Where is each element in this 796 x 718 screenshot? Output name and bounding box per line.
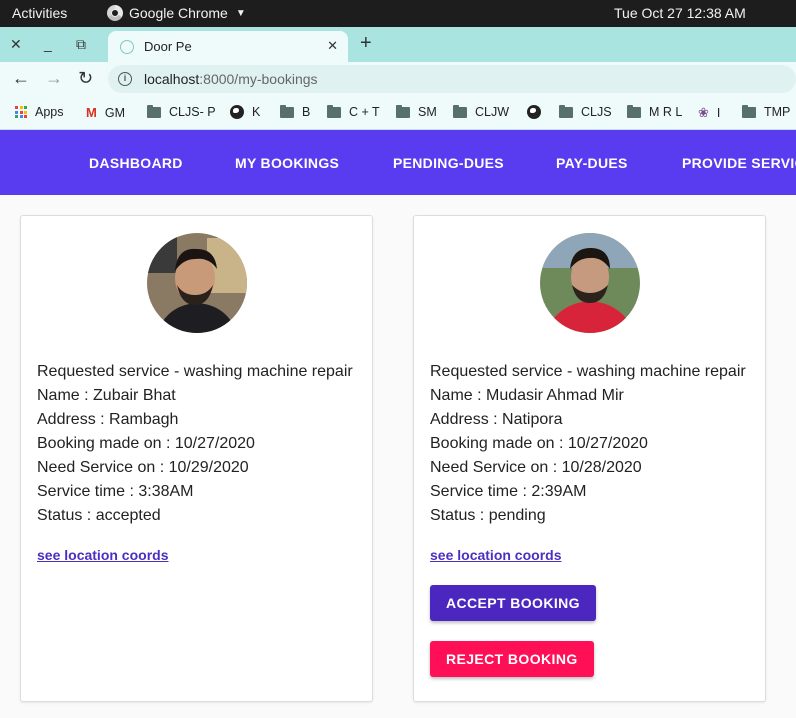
service-time: Service time : 2:39AM [430,483,587,500]
bookmark-apps[interactable]: Apps [15,105,64,119]
avatar [147,233,247,333]
customer-address: Address : Natipora [430,411,563,428]
customer-address: Address : Rambagh [37,411,179,428]
service-date: Need Service on : 10/29/2020 [37,459,249,476]
booking-status: Status : accepted [37,507,161,524]
bookmark-label: B [302,105,311,119]
reject-booking-button[interactable]: REJECT BOOKING [430,641,594,677]
booking-status: Status : pending [430,507,546,524]
service-date: Need Service on : 10/28/2020 [430,459,642,476]
url-path: :8000/my-bookings [199,71,318,87]
bookmark-gm[interactable]: M GM [86,105,125,120]
system-top-bar: Activities Google Chrome ▼ Tue Oct 27 12… [0,0,796,27]
bookmark-label: CLJS [581,105,612,119]
bookmark-sm[interactable]: SM [396,104,437,119]
bookmark-label: I [716,106,721,120]
nav-pay-dues[interactable]: PAY-DUES [556,155,628,171]
app-menu-label: Google Chrome [129,5,228,21]
info-icon[interactable]: i [118,72,132,86]
bookmark-label: C + T [349,105,380,119]
gmail-icon: M [86,105,97,120]
tab-close-icon[interactable]: ✕ [327,38,338,54]
bookmark-label: K [252,105,261,119]
app-menu[interactable]: Google Chrome ▼ [107,5,246,21]
nav-dashboard[interactable]: DASHBOARD [89,155,183,171]
reload-icon[interactable]: ↻ [78,68,93,89]
bookmark-k[interactable]: K [230,105,260,119]
bookmarks-bar: Apps M GM CLJS- P K B C + T SM CLJW CLJS… [0,96,796,130]
tab-title: Door Pe [144,39,192,54]
requested-service: Requested service - washing machine repa… [37,363,353,380]
app-navbar: DASHBOARD MY BOOKINGS PENDING-DUES PAY-D… [0,130,796,195]
booking-card: Requested service - washing machine repa… [20,215,373,702]
folder-icon [147,104,161,118]
system-clock[interactable]: Tue Oct 27 12:38 AM [614,5,746,21]
bookmark-label: Apps [35,105,64,119]
booking-details: Requested service - washing machine repa… [37,360,353,528]
bookmark-mrl[interactable]: M R L [627,104,683,119]
accept-booking-button[interactable]: ACCEPT BOOKING [430,585,596,621]
nav-provide-service[interactable]: PROVIDE SERVIC [682,155,796,171]
bookmark-cljs-p[interactable]: CLJS- P [147,104,216,119]
bookmark-label: M R L [649,105,683,119]
restore-window-icon[interactable]: ⧉ [76,36,86,53]
minimize-window-icon[interactable]: _ [44,36,52,52]
close-window-icon[interactable]: ✕ [10,36,22,53]
bookmark-c-plus-t[interactable]: C + T [327,104,380,119]
booking-card: Requested service - washing machine repa… [413,215,766,702]
booking-date: Booking made on : 10/27/2020 [37,435,255,452]
location-coords-link[interactable]: see location coords [430,547,561,563]
nav-my-bookings[interactable]: MY BOOKINGS [235,155,339,171]
nav-pending-dues[interactable]: PENDING-DUES [393,155,504,171]
location-coords-link[interactable]: see location coords [37,547,168,563]
caret-down-icon: ▼ [235,7,246,19]
tab-door-pe[interactable]: Door Pe ✕ [108,31,348,62]
folder-icon [453,104,467,118]
customer-name: Name : Mudasir Ahmad Mir [430,387,624,404]
back-arrow-icon[interactable]: ← [12,68,30,89]
folder-icon [559,104,573,118]
folder-icon [627,104,641,118]
bookmark-i[interactable]: ❀ I [698,105,720,121]
globe-icon [527,105,541,119]
avatar [540,233,640,333]
customer-name: Name : Zubair Bhat [37,387,176,404]
globe-icon [230,105,244,119]
folder-icon [742,104,756,118]
bookmark-label: SM [418,105,437,119]
folder-icon [396,104,410,118]
bookmark-tmp[interactable]: TMP [742,104,791,119]
bookmark-label: CLJS- P [169,105,216,119]
url-host: localhost [144,71,200,87]
bookmark-cljs[interactable]: CLJS [559,104,612,119]
booking-details: Requested service - washing machine repa… [430,360,746,528]
bookmark-label: GM [104,105,125,120]
bookmark-label: TMP [764,105,791,119]
lotus-icon: ❀ [698,105,709,120]
booking-date: Booking made on : 10/27/2020 [430,435,648,452]
bookmark-b[interactable]: B [280,104,311,119]
chrome-icon [107,5,123,21]
favicon-icon [120,39,134,54]
forward-arrow-icon[interactable]: → [45,68,63,89]
service-time: Service time : 3:38AM [37,483,194,500]
activities-button[interactable]: Activities [12,5,67,21]
requested-service: Requested service - washing machine repa… [430,363,746,380]
new-tab-icon[interactable]: + [360,32,372,55]
tab-strip: ✕ _ ⧉ Door Pe ✕ + [0,27,796,62]
browser-toolbar: ← → ↻ i localhost:8000/my-bookings [0,62,796,96]
bookmark-label: CLJW [475,105,510,119]
folder-icon [327,104,341,118]
folder-icon [280,104,294,118]
bookmark-cljw[interactable]: CLJW [453,104,510,119]
apps-grid-icon [15,106,27,118]
bookmark-globe[interactable] [527,105,549,119]
address-bar[interactable]: i localhost:8000/my-bookings [108,65,796,93]
